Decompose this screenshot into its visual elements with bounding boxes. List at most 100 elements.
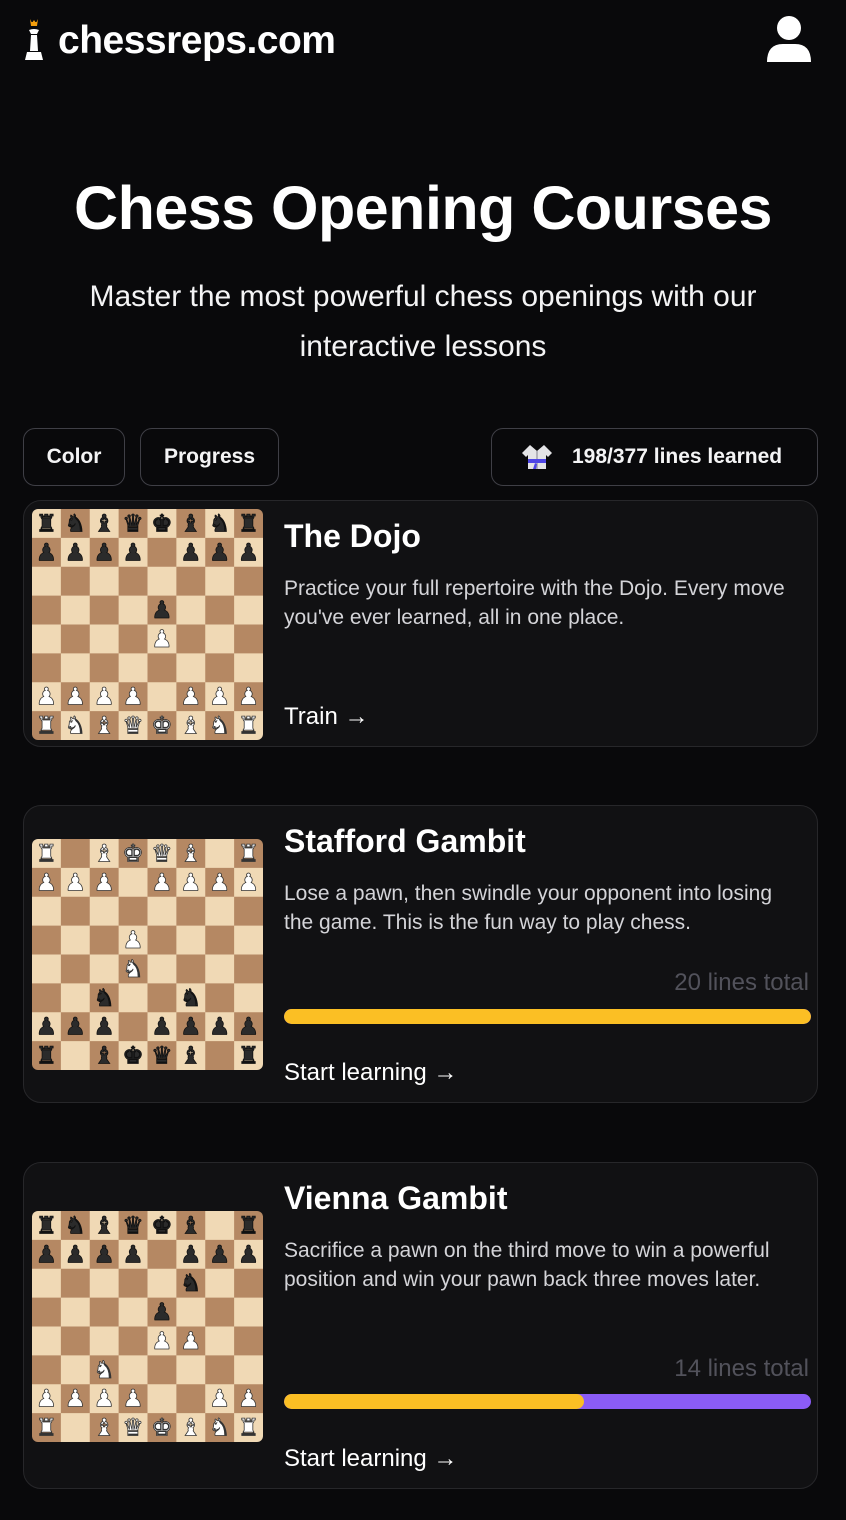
white-queen-icon: ♛: [151, 839, 173, 867]
user-account-button[interactable]: [765, 14, 813, 64]
board-preview: ♜ ♞ ♝ ♛ ♚ ♝ ♞ ♜ ♟ ♟ ♟ ♟ ♟ ♟ ♟ ♟ ♟ ♟ ♟ ♟ ♟ ♟ ♟ ♟ ♜ ♞ ♝ ♛ ♚ ♝ ♞ ♜: [32, 509, 263, 740]
white-pawn-icon: ♟: [122, 683, 144, 711]
course-description: Sacrifice a pawn on the third move to wi…: [284, 1239, 770, 1291]
black-bishop-icon: ♝: [180, 509, 202, 537]
page-subtitle: Master the most powerful chess openings …: [89, 280, 757, 363]
white-pawn-icon: ♟: [36, 1385, 58, 1413]
black-bishop-icon: ♝: [93, 509, 115, 537]
black-knight-icon: ♞: [180, 1269, 202, 1297]
black-king-icon: ♚: [151, 509, 173, 537]
start-learning-link[interactable]: Start learning →: [284, 1058, 457, 1088]
black-pawn-icon: ♟: [36, 538, 58, 566]
lines-total: 20 lines total: [674, 969, 809, 996]
course-title: The Dojo: [284, 518, 421, 554]
white-knight-icon: ♞: [209, 1414, 231, 1442]
white-knight-icon: ♞: [93, 1356, 115, 1384]
white-queen-icon: ♛: [122, 712, 144, 740]
white-pawn-icon: ♟: [122, 926, 144, 954]
course-card-dojo[interactable]: ♜ ♞ ♝ ♛ ♚ ♝ ♞ ♜ ♟ ♟ ♟ ♟ ♟ ♟ ♟ ♟ ♟ ♟ ♟ ♟ ♟ ♟ ♟ ♟ ♜ ♞ ♝ ♛ ♚ ♝ ♞ ♜ The Doj…: [23, 500, 818, 747]
user-icon: [767, 16, 811, 62]
black-pawn-icon: ♟: [122, 1240, 144, 1268]
white-bishop-icon: ♝: [93, 712, 115, 740]
black-pawn-icon: ♟: [65, 1013, 87, 1041]
black-knight-icon: ♞: [65, 1211, 87, 1239]
black-bishop-icon: ♝: [93, 1211, 115, 1239]
black-pawn-icon: ♟: [180, 538, 202, 566]
karate-gi-icon: [522, 445, 552, 469]
black-rook-icon: ♜: [36, 509, 58, 537]
white-pawn-icon: ♟: [151, 1327, 173, 1355]
white-rook-icon: ♜: [36, 712, 58, 740]
black-queen-icon: ♛: [122, 1211, 144, 1239]
board-preview: ♜ ♞ ♝ ♛ ♚ ♝ ♜ ♟ ♟ ♟ ♟ ♟ ♟ ♟ ♞ ♟ ♟ ♟ ♞ ♟ ♟ ♟ ♟ ♟ ♟ ♜ ♝ ♛ ♚ ♝ ♞ ♜: [32, 1211, 263, 1442]
black-pawn-icon: ♟: [180, 1240, 202, 1268]
start-learning-link[interactable]: Start learning →: [284, 1444, 457, 1474]
course-card-stafford-gambit[interactable]: ♜ ♝ ♚ ♛ ♝ ♜ ♟ ♟ ♟ ♟ ♟ ♟ ♟ ♟ ♞ ♞ ♞ ♟ ♟ ♟ ♟ ♟ ♟ ♟ ♜ ♝ ♚ ♛ ♝ ♜ Stafford …: [23, 805, 818, 1103]
lines-learned-badge[interactable]: 198/377 lines learned: [491, 428, 818, 486]
white-pawn-icon: ♟: [180, 1327, 202, 1355]
progress-filter-button[interactable]: Progress: [140, 428, 279, 486]
white-knight-icon: ♞: [122, 955, 144, 983]
black-pawn-icon: ♟: [93, 1013, 115, 1041]
white-pawn-icon: ♟: [151, 625, 173, 653]
black-pawn-icon: ♟: [151, 596, 173, 624]
black-queen-icon: ♛: [122, 509, 144, 537]
white-queen-icon: ♛: [122, 1414, 144, 1442]
black-knight-icon: ♞: [65, 509, 87, 537]
white-bishop-icon: ♝: [180, 839, 202, 867]
white-pawn-icon: ♟: [238, 683, 260, 711]
white-pawn-icon: ♟: [93, 1385, 115, 1413]
white-pawn-icon: ♟: [36, 683, 58, 711]
white-pawn-icon: ♟: [209, 1385, 231, 1413]
color-filter-button[interactable]: Color: [23, 428, 125, 486]
white-pawn-icon: ♟: [93, 868, 115, 896]
white-bishop-icon: ♝: [180, 712, 202, 740]
white-pawn-icon: ♟: [36, 868, 58, 896]
progress-bar: [284, 1394, 811, 1409]
course-title: Vienna Gambit: [284, 1180, 508, 1216]
white-pawn-icon: ♟: [238, 1385, 260, 1413]
white-bishop-icon: ♝: [180, 1414, 202, 1442]
progress-bar-fill: [284, 1394, 585, 1409]
black-pawn-icon: ♟: [151, 1298, 173, 1326]
black-king-icon: ♚: [122, 1042, 144, 1070]
black-knight-icon: ♞: [180, 984, 202, 1012]
white-bishop-icon: ♝: [93, 839, 115, 867]
white-king-icon: ♚: [122, 839, 144, 867]
white-rook-icon: ♜: [36, 839, 58, 867]
site-name: chessreps.com: [58, 19, 336, 62]
black-pawn-icon: ♟: [209, 538, 231, 566]
black-pawn-icon: ♟: [151, 1013, 173, 1041]
white-pawn-icon: ♟: [65, 683, 87, 711]
black-rook-icon: ♜: [238, 1211, 260, 1239]
black-bishop-icon: ♝: [180, 1211, 202, 1239]
black-pawn-icon: ♟: [36, 1240, 58, 1268]
white-bishop-icon: ♝: [93, 1414, 115, 1442]
black-knight-icon: ♞: [209, 509, 231, 537]
black-pawn-icon: ♟: [36, 1013, 58, 1041]
black-pawn-icon: ♟: [209, 1240, 231, 1268]
page-title: Chess Opening Courses: [74, 174, 772, 242]
train-link[interactable]: Train →: [284, 702, 368, 732]
lines-learned-label: 198/377 lines learned: [572, 445, 783, 468]
progress-bar: [284, 1009, 811, 1024]
white-rook-icon: ♜: [36, 1414, 58, 1442]
black-queen-icon: ♛: [151, 1042, 173, 1070]
black-pawn-icon: ♟: [93, 1240, 115, 1268]
black-pawn-icon: ♟: [65, 1240, 87, 1268]
black-king-icon: ♚: [151, 1211, 173, 1239]
black-rook-icon: ♜: [238, 509, 260, 537]
black-pawn-icon: ♟: [122, 538, 144, 566]
white-rook-icon: ♜: [238, 1414, 260, 1442]
white-king-icon: ♚: [151, 1414, 173, 1442]
course-title: Stafford Gambit: [284, 823, 526, 859]
white-rook-icon: ♜: [238, 712, 260, 740]
black-pawn-icon: ♟: [93, 538, 115, 566]
white-pawn-icon: ♟: [93, 683, 115, 711]
black-rook-icon: ♜: [36, 1042, 58, 1070]
course-card-vienna-gambit[interactable]: ♜ ♞ ♝ ♛ ♚ ♝ ♜ ♟ ♟ ♟ ♟ ♟ ♟ ♟ ♞ ♟ ♟ ♟ ♞ ♟ ♟ ♟ ♟ ♟ ♟ ♜ ♝ ♛ ♚ ♝ ♞ ♜ Vienna …: [23, 1162, 818, 1489]
site-logo[interactable]: chessreps.com: [22, 16, 336, 66]
white-rook-icon: ♜: [238, 839, 260, 867]
black-pawn-icon: ♟: [238, 538, 260, 566]
black-pawn-icon: ♟: [238, 1240, 260, 1268]
